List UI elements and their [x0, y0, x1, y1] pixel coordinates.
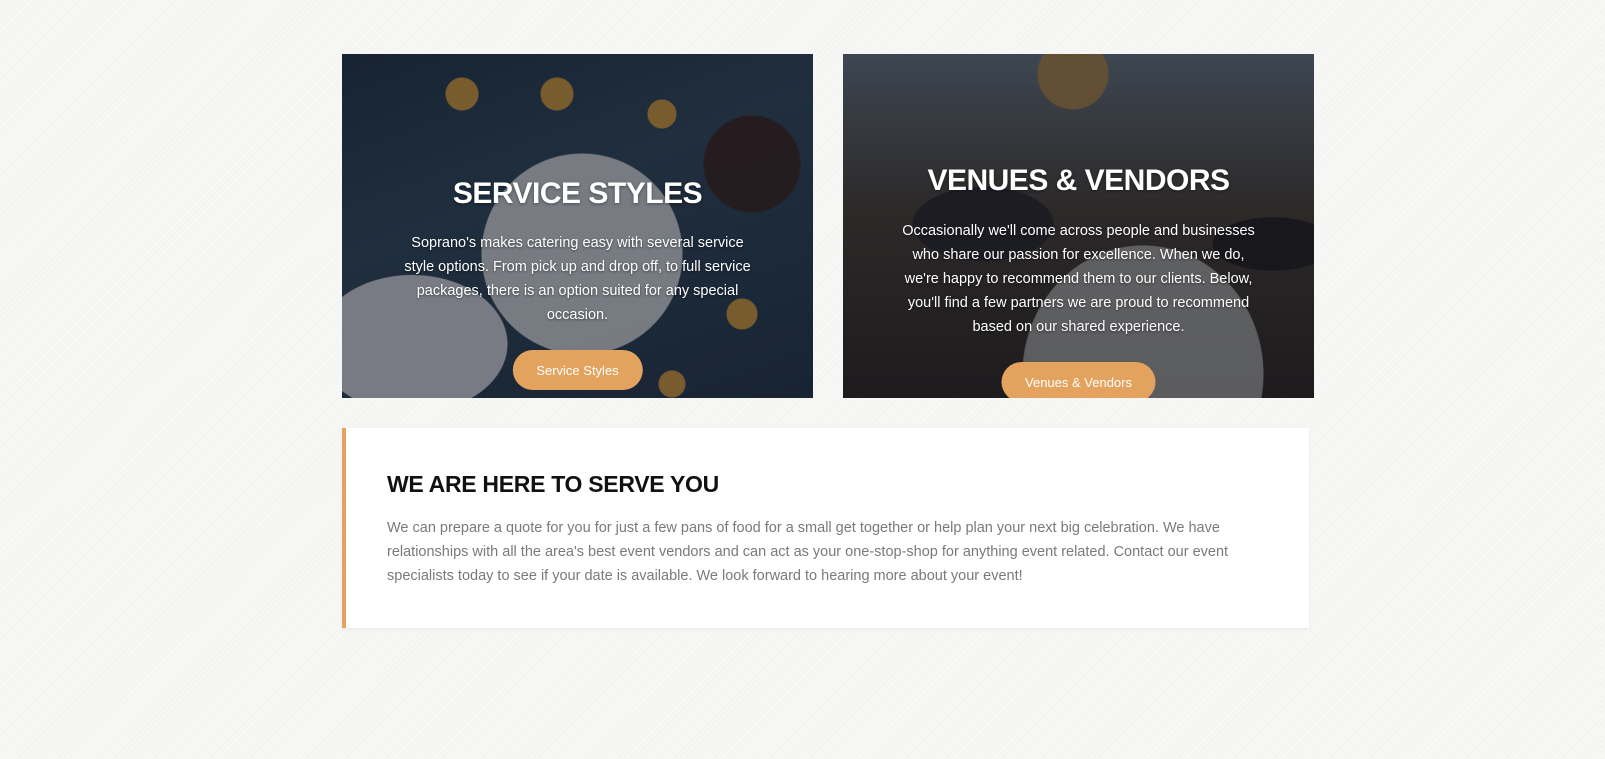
venues-vendors-description: Occasionally we'll come across people an… — [902, 223, 1255, 335]
venues-vendors-button[interactable]: Venues & Vendors — [1001, 362, 1156, 398]
service-styles-description: Soprano's makes catering easy with sever… — [404, 235, 751, 323]
service-styles-overlay — [342, 54, 813, 398]
venues-vendors-title: VENUES & VENDORS — [927, 164, 1230, 197]
service-styles-button[interactable]: Service Styles — [512, 350, 643, 390]
serve-you-text: We can prepare a quote for you for just … — [387, 520, 1229, 584]
serve-you-title: WE ARE HERE TO SERVE YOU — [387, 471, 719, 497]
venues-vendors-card: VENUES & VENDORS Occasionally we'll come… — [843, 54, 1314, 398]
serve-you-panel: WE ARE HERE TO SERVE YOU We can prepare … — [342, 428, 1309, 628]
service-styles-card: SERVICE STYLES Soprano's makes catering … — [342, 54, 813, 398]
service-styles-title: SERVICE STYLES — [452, 177, 703, 210]
